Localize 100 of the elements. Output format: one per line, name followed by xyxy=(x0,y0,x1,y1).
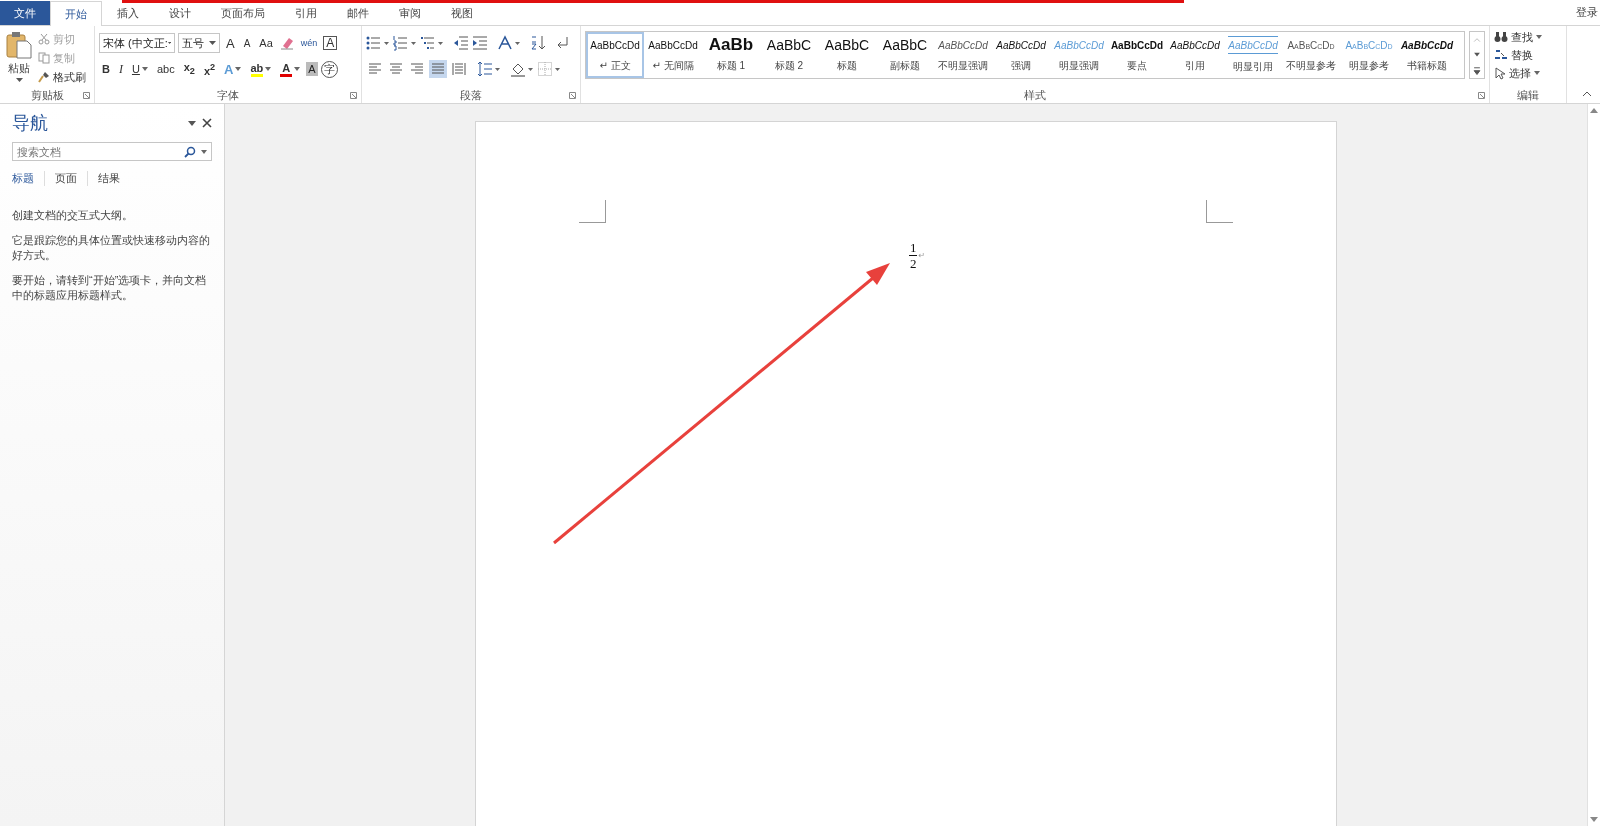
pane-tab[interactable]: 页面 xyxy=(44,171,87,186)
style-item[interactable]: AaBbCcDd 要点 xyxy=(1108,32,1166,78)
brush-icon xyxy=(38,71,50,83)
paragraph-mark: ↵ xyxy=(918,251,926,260)
binoculars-icon xyxy=(1494,31,1508,43)
search-icon[interactable] xyxy=(184,146,196,158)
caret-icon xyxy=(235,67,242,71)
select-button[interactable]: 选择 xyxy=(1494,65,1562,81)
font-name-dropdown[interactable]: 宋体 (中文正: xyxy=(99,33,175,53)
format-button[interactable]: abc xyxy=(153,60,178,78)
ribbon-tab[interactable]: 设计 xyxy=(154,1,206,25)
replace-button[interactable]: 替换 xyxy=(1494,47,1562,63)
style-item[interactable]: AaBbCcDd ↵ 正文 xyxy=(586,32,644,78)
ribbon-tab[interactable]: 页面布局 xyxy=(206,1,280,25)
style-item[interactable]: AaBbC 标题 xyxy=(818,32,876,78)
multilevel-list-icon[interactable] xyxy=(420,35,444,51)
caret-icon xyxy=(294,67,301,71)
margin-mark xyxy=(1206,200,1233,223)
style-item[interactable]: AaBbC 标题 2 xyxy=(760,32,818,78)
dialog-launcher-icon[interactable] xyxy=(569,92,576,99)
increase-indent-icon[interactable] xyxy=(472,35,488,51)
change-case-button[interactable]: Aa xyxy=(256,34,276,52)
bullet-list-icon[interactable] xyxy=(366,35,390,51)
style-item[interactable]: AaBb 标题 1 xyxy=(702,32,760,78)
dialog-launcher-icon[interactable] xyxy=(1478,92,1485,99)
help-text: 创建文档的交互式大纲。 xyxy=(12,208,134,223)
format-button[interactable]: A xyxy=(306,62,318,76)
help-text: 它是跟踪您的具体位置或快速移动内容的好方式。 xyxy=(12,233,211,263)
dialog-launcher-icon[interactable] xyxy=(350,92,357,99)
find-button[interactable]: 查找 xyxy=(1494,29,1562,45)
style-item[interactable]: AaBbC 副标题 xyxy=(876,32,934,78)
pane-options-icon[interactable] xyxy=(188,120,196,126)
style-item[interactable]: AaBbCcDd 不明显强调 xyxy=(934,32,992,78)
style-item[interactable]: AaBbCcDd 不明显参考 xyxy=(1282,32,1340,78)
dialog-launcher-icon[interactable] xyxy=(83,92,90,99)
clipboard-icon xyxy=(6,31,32,59)
group-label: 编辑 xyxy=(1517,87,1539,103)
style-item[interactable]: AaBbCcDd 明显参考 xyxy=(1340,32,1398,78)
format-button[interactable]: x$^{2}$ xyxy=(200,60,219,78)
ribbon-tab[interactable]: 开始 xyxy=(50,1,102,26)
caret-icon xyxy=(265,67,272,71)
margin-mark xyxy=(579,200,606,223)
scrollbar[interactable] xyxy=(1587,104,1600,826)
clipboard-action[interactable]: 格式刷 xyxy=(38,69,86,85)
group-label: 字体 xyxy=(217,87,239,103)
format-button[interactable]: I xyxy=(115,60,126,78)
caret-icon xyxy=(209,41,216,45)
caret-icon xyxy=(141,67,148,71)
pane-tab[interactable]: 结果 xyxy=(87,171,130,186)
sort-icon[interactable] xyxy=(530,35,546,51)
paint-bucket-icon[interactable] xyxy=(510,61,534,77)
style-item[interactable]: AaBbCcDd 书籍标题 xyxy=(1398,32,1456,78)
format-button[interactable]: x$_{2}$ xyxy=(180,60,198,78)
phonetic-guide-button[interactable]: wén xyxy=(297,34,321,52)
format-button[interactable]: U xyxy=(128,60,151,78)
group-label: 样式 xyxy=(1024,87,1046,103)
help-text: 要开始，请转到“开始”选项卡，并向文档中的标题应用标题样式。 xyxy=(12,273,208,303)
scissors-icon xyxy=(38,33,50,45)
ribbon-tab[interactable]: 引用 xyxy=(280,1,332,25)
pane-title: 导航 xyxy=(12,112,49,135)
format-button[interactable]: B xyxy=(99,60,113,78)
collapse-ribbon-icon[interactable] xyxy=(1582,91,1592,97)
ribbon-tab[interactable]: 插入 xyxy=(102,1,154,25)
line-spacing-icon[interactable] xyxy=(477,61,501,77)
fraction: 1 2 xyxy=(908,240,918,271)
cursor-icon xyxy=(1494,66,1506,80)
style-item[interactable]: AaBbCcDd 引用 xyxy=(1166,32,1224,78)
group-label: 剪贴板 xyxy=(30,87,64,103)
grow-font-button[interactable]: A xyxy=(223,34,238,52)
style-item[interactable]: AaBbCcDd 明显引用 xyxy=(1224,32,1282,78)
copy-icon xyxy=(38,52,50,64)
style-item[interactable]: AaBbCcDd 明显强调 xyxy=(1050,32,1108,78)
format-button[interactable]: A xyxy=(277,60,304,78)
paste-button[interactable]: 粘贴 xyxy=(4,29,34,87)
numbered-list-icon[interactable] xyxy=(393,35,417,51)
sign-in-link[interactable]: 登录 xyxy=(1576,5,1598,20)
text-direction-icon[interactable] xyxy=(497,35,521,51)
group-label: 段落 xyxy=(460,87,482,103)
scroll-down-icon[interactable] xyxy=(1590,817,1598,822)
ribbon-tab[interactable]: 邮件 xyxy=(332,1,384,25)
scroll-up-icon[interactable] xyxy=(1590,108,1598,113)
caret-icon xyxy=(167,41,171,45)
shrink-font-button[interactable]: A xyxy=(240,34,254,52)
replace-icon xyxy=(1494,49,1508,61)
format-button[interactable]: ab xyxy=(247,60,275,78)
style-item[interactable]: AaBbCcDd ↵ 无间隔 xyxy=(644,32,702,78)
caret-icon[interactable] xyxy=(201,150,207,154)
decrease-indent-icon[interactable] xyxy=(453,35,469,51)
style-item[interactable]: AaBbCcDd 强调 xyxy=(992,32,1050,78)
character-border-button[interactable]: A xyxy=(323,36,338,50)
search-field[interactable]: 搜索文档 xyxy=(12,142,212,161)
caret-icon xyxy=(1536,35,1542,39)
file-tab[interactable]: 文件 xyxy=(0,1,50,25)
close-icon[interactable] xyxy=(202,118,212,128)
ribbon-tab[interactable]: 审阅 xyxy=(384,1,436,25)
ribbon-tab[interactable]: 视图 xyxy=(436,1,488,25)
pane-tab[interactable]: 标题 xyxy=(12,171,44,186)
paragraph-mark-icon[interactable] xyxy=(555,35,569,51)
font-size-dropdown[interactable]: 五号 xyxy=(178,33,220,53)
eraser-icon[interactable] xyxy=(278,35,295,51)
